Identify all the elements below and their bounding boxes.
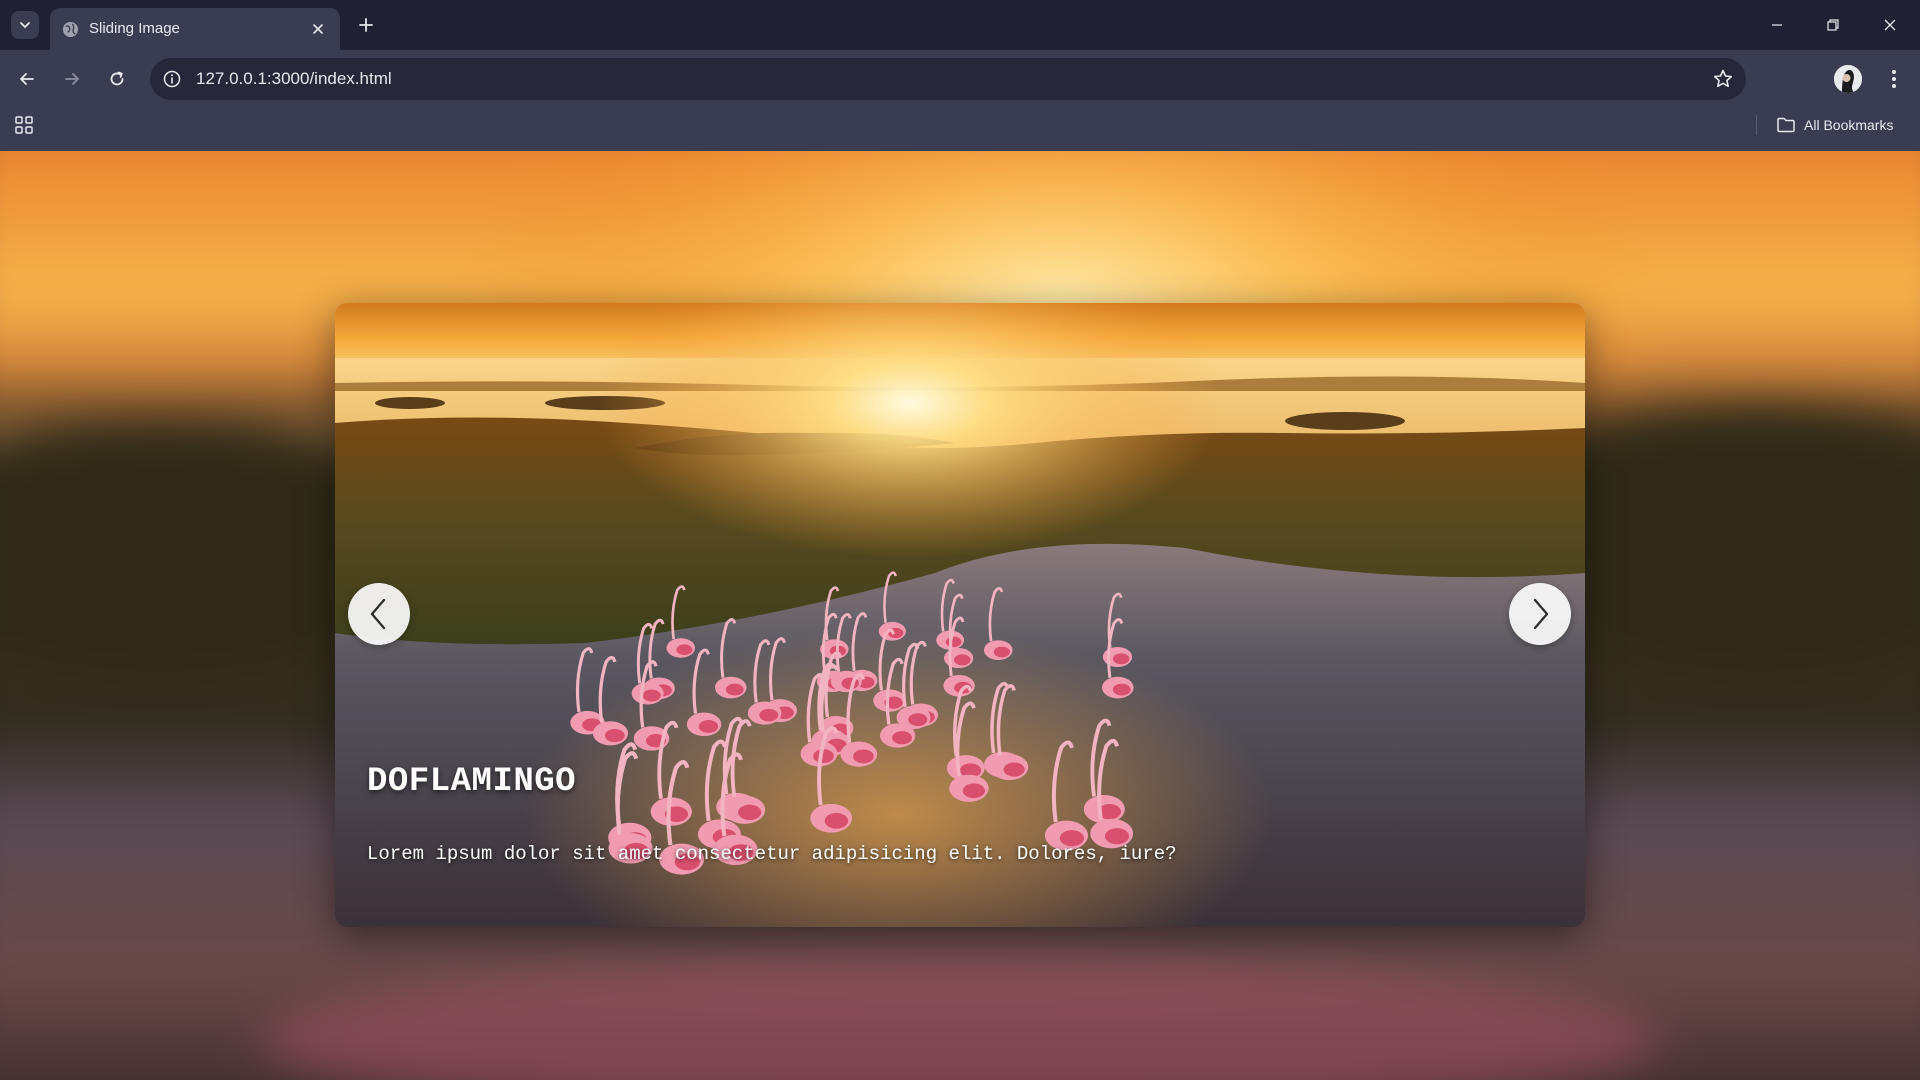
- page-viewport: DOFLAMINGO Lorem ipsum dolor sit amet co…: [0, 151, 1920, 1080]
- browser-menu-button[interactable]: [1880, 64, 1908, 94]
- avatar[interactable]: [1834, 65, 1862, 93]
- close-icon: [1884, 19, 1896, 31]
- browser-toolbar: 127.0.0.1:3000/index.html: [0, 50, 1920, 108]
- forward-button[interactable]: [57, 64, 87, 94]
- next-slide-button[interactable]: [1509, 583, 1571, 645]
- reload-icon: [110, 71, 124, 86]
- close-icon: [313, 24, 323, 34]
- arrow-right-icon: [65, 73, 79, 85]
- folder-icon: [1777, 117, 1795, 133]
- tab-strip: Sliding Image: [0, 0, 1920, 50]
- info-icon[interactable]: [162, 69, 182, 89]
- chevron-left-icon: [370, 598, 386, 630]
- close-window-button[interactable]: [1875, 10, 1905, 40]
- bookmarks-bar: [0, 108, 1920, 151]
- restore-button[interactable]: [1818, 10, 1848, 40]
- flamingo-sunset-image: [335, 303, 1585, 927]
- plus-icon: [359, 18, 373, 32]
- arrow-left-icon: [20, 73, 34, 85]
- url-text[interactable]: 127.0.0.1:3000/index.html: [196, 69, 392, 89]
- minimize-button[interactable]: [1762, 10, 1792, 40]
- chevron-down-icon: [20, 22, 30, 29]
- all-bookmarks-label: All Bookmarks: [1804, 117, 1894, 133]
- tab-title: Sliding Image: [89, 20, 180, 37]
- back-button[interactable]: [12, 64, 42, 94]
- profile-avatar-icon: [1834, 65, 1862, 93]
- chevron-right-icon: [1533, 598, 1549, 630]
- bookmarks-separator: [1756, 115, 1757, 135]
- prev-slide-button[interactable]: [348, 583, 410, 645]
- all-bookmarks-button[interactable]: All Bookmarks: [1776, 114, 1893, 136]
- reload-button[interactable]: [102, 64, 132, 94]
- tab-search-button[interactable]: [11, 11, 39, 39]
- grid-icon[interactable]: [14, 115, 34, 135]
- star-icon[interactable]: [1712, 68, 1734, 90]
- slide-description: Lorem ipsum dolor sit amet consectetur a…: [367, 843, 1177, 865]
- new-tab-button[interactable]: [352, 11, 380, 39]
- globe-icon: [62, 21, 79, 38]
- kebab-icon: [1892, 70, 1896, 88]
- restore-icon: [1827, 19, 1839, 31]
- address-bar[interactable]: 127.0.0.1:3000/index.html: [150, 58, 1746, 100]
- slide-title: DOFLAMINGO: [367, 763, 577, 801]
- active-tab[interactable]: Sliding Image: [50, 8, 340, 50]
- minimize-icon: [1772, 24, 1782, 26]
- tab-close-button[interactable]: [308, 19, 328, 39]
- slide-image: DOFLAMINGO Lorem ipsum dolor sit amet co…: [335, 303, 1585, 927]
